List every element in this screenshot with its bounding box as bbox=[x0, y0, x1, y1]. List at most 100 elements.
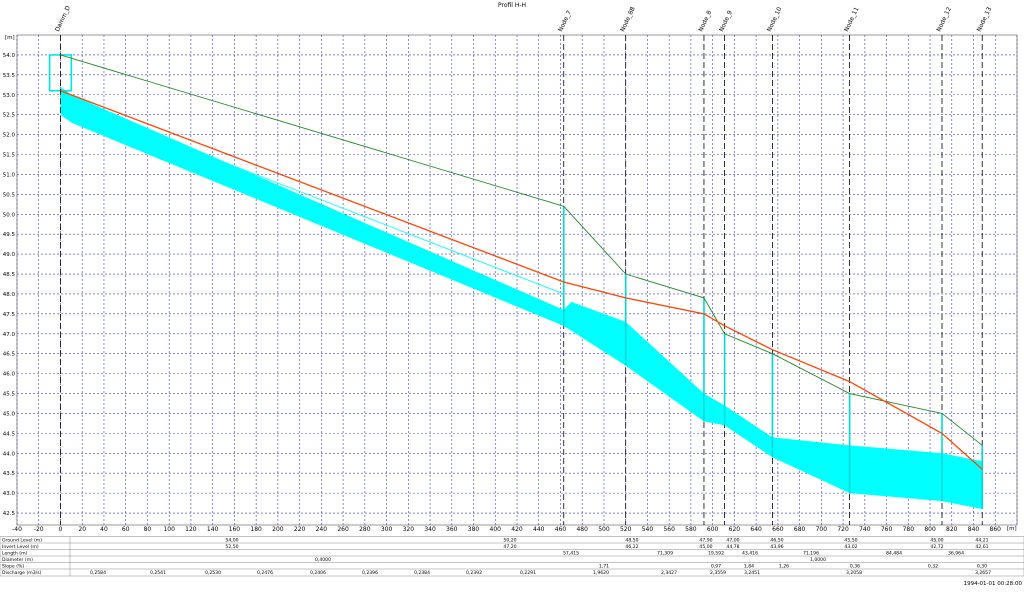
table-cell: 0,97 bbox=[711, 564, 721, 570]
y-tick-label: 49.0 bbox=[3, 252, 16, 258]
table-cell: 2,3427 bbox=[661, 570, 677, 576]
x-tick-label: 480 bbox=[576, 526, 588, 533]
x-tick-label: 300 bbox=[381, 526, 393, 533]
table-cell: 1,0000 bbox=[810, 557, 826, 563]
x-tick-label: 80 bbox=[144, 526, 152, 533]
y-tick-label: 53.0 bbox=[3, 93, 16, 99]
table-cell: 0,2396 bbox=[362, 570, 378, 576]
x-axis-unit: [m] bbox=[1007, 526, 1017, 532]
x-tick-label: 280 bbox=[359, 526, 371, 533]
x-tick-label: 560 bbox=[663, 526, 675, 533]
x-tick-label: 220 bbox=[294, 526, 306, 533]
y-tick-label: 43.5 bbox=[3, 471, 16, 477]
x-tick-label: 120 bbox=[185, 526, 197, 533]
table-cell: 47,00 bbox=[726, 538, 739, 544]
x-tick-label: 820 bbox=[946, 526, 958, 533]
y-tick-label: 48.5 bbox=[3, 272, 16, 278]
table-cell: 46,50 bbox=[770, 538, 783, 544]
table-cell: 0,2384 bbox=[414, 570, 430, 576]
table-cell: 71,196 bbox=[803, 551, 819, 557]
table-cell: 0,2476 bbox=[257, 570, 273, 576]
y-tick-label: 54.0 bbox=[3, 53, 16, 59]
x-tick-label: 40 bbox=[100, 526, 108, 533]
x-tick-label: 380 bbox=[468, 526, 480, 533]
x-tick-label: 640 bbox=[750, 526, 762, 533]
table-cell: 0,2291 bbox=[520, 570, 536, 576]
table-row-label: Ground Level (m) bbox=[2, 538, 42, 544]
table-row-label: Discharge (m3/s) bbox=[2, 570, 42, 576]
table-cell: 45,00 bbox=[930, 538, 943, 544]
x-tick-label: 580 bbox=[685, 526, 697, 533]
table-cell: 0,36 bbox=[850, 564, 860, 570]
y-axis-unit: [m] bbox=[5, 35, 15, 41]
table-cell: 1,9620 bbox=[593, 570, 609, 576]
y-tick-label: 53.5 bbox=[3, 73, 16, 79]
x-tick-label: 520 bbox=[620, 526, 632, 533]
x-tick-label: 700 bbox=[816, 526, 828, 533]
x-tick-label: 420 bbox=[511, 526, 523, 533]
y-tick-label: 47.5 bbox=[3, 312, 16, 318]
table-cell: 42,61 bbox=[975, 544, 988, 550]
x-tick-label: 400 bbox=[490, 526, 502, 533]
x-tick-label: 860 bbox=[990, 526, 1002, 533]
table-cell: 43,96 bbox=[770, 544, 783, 550]
y-tick-label: 44.5 bbox=[3, 431, 16, 437]
y-tick-label: 51.0 bbox=[3, 172, 16, 178]
table-cell: 46,22 bbox=[625, 544, 638, 550]
y-tick-label: 52.5 bbox=[3, 113, 16, 119]
table-row-label: Invert Level (m) bbox=[2, 544, 39, 550]
x-tick-label: 200 bbox=[272, 526, 284, 533]
longitudinal-profile-chart: Profil H-H [m] [m] 1994-01-01 00:28:00 D… bbox=[0, 0, 1024, 588]
x-tick-label: 360 bbox=[446, 526, 458, 533]
x-tick-label: 800 bbox=[924, 526, 936, 533]
table-cell: 1,26 bbox=[779, 564, 789, 570]
table-cell: 3,2058 bbox=[846, 570, 862, 576]
table-cell: 42,72 bbox=[930, 544, 943, 550]
table-cell: 45,00 bbox=[699, 544, 712, 550]
table-cell: 54,00 bbox=[225, 538, 238, 544]
y-tick-label: 46.0 bbox=[3, 372, 16, 378]
y-tick-label: 47.0 bbox=[3, 332, 16, 338]
x-tick-label: 140 bbox=[207, 526, 219, 533]
data-table: Ground Level (m)Invert Level (m)Length (… bbox=[0, 536, 1024, 577]
x-tick-label: 260 bbox=[337, 526, 349, 533]
y-tick-label: 48.0 bbox=[3, 292, 16, 298]
x-tick-label: 60 bbox=[122, 526, 130, 533]
table-cell: 0,2541 bbox=[150, 570, 166, 576]
table-row-label: Diameter (m) bbox=[2, 557, 33, 563]
x-tick-label: 100 bbox=[163, 526, 175, 533]
table-cell: 50,20 bbox=[503, 538, 516, 544]
table-cell: 43,416 bbox=[742, 551, 758, 557]
table-cell: 0,32 bbox=[928, 564, 938, 570]
y-tick-label: 50.5 bbox=[3, 192, 16, 198]
table-cell: 45,50 bbox=[844, 538, 857, 544]
y-tick-label: 52.0 bbox=[3, 133, 16, 139]
table-cell: 47,20 bbox=[503, 544, 516, 550]
x-tick-label: 160 bbox=[229, 526, 241, 533]
x-tick-label: 500 bbox=[598, 526, 610, 533]
table-cell: 3,2451 bbox=[744, 570, 760, 576]
y-tick-label: 45.0 bbox=[3, 411, 16, 417]
table-cell: 0,2406 bbox=[310, 570, 326, 576]
table-cell: 36,964 bbox=[948, 551, 964, 557]
x-tick-label: 20 bbox=[78, 526, 86, 533]
x-tick-label: 680 bbox=[794, 526, 806, 533]
table-cell: 57,415 bbox=[563, 551, 579, 557]
x-tick-label: 600 bbox=[707, 526, 719, 533]
y-tick-label: 49.5 bbox=[3, 232, 16, 238]
x-tick-label: 320 bbox=[403, 526, 415, 533]
x-tick-label: 460 bbox=[555, 526, 567, 533]
y-tick-label: 43.0 bbox=[3, 491, 16, 497]
x-tick-label: 240 bbox=[316, 526, 328, 533]
table-cell: 44,21 bbox=[975, 538, 988, 544]
y-tick-label: 51.5 bbox=[3, 153, 16, 159]
x-tick-label: 0 bbox=[59, 526, 63, 533]
table-cell: 1,84 bbox=[744, 564, 754, 570]
x-tick-label: 720 bbox=[837, 526, 849, 533]
y-tick-label: 50.0 bbox=[3, 212, 16, 218]
table-cell: 0,30 bbox=[977, 564, 987, 570]
table-cell: 0,4000 bbox=[315, 557, 331, 563]
table-row-label: Slope (%) bbox=[2, 564, 24, 570]
x-tick-label: -40 bbox=[12, 526, 22, 533]
x-tick-label: 440 bbox=[533, 526, 545, 533]
